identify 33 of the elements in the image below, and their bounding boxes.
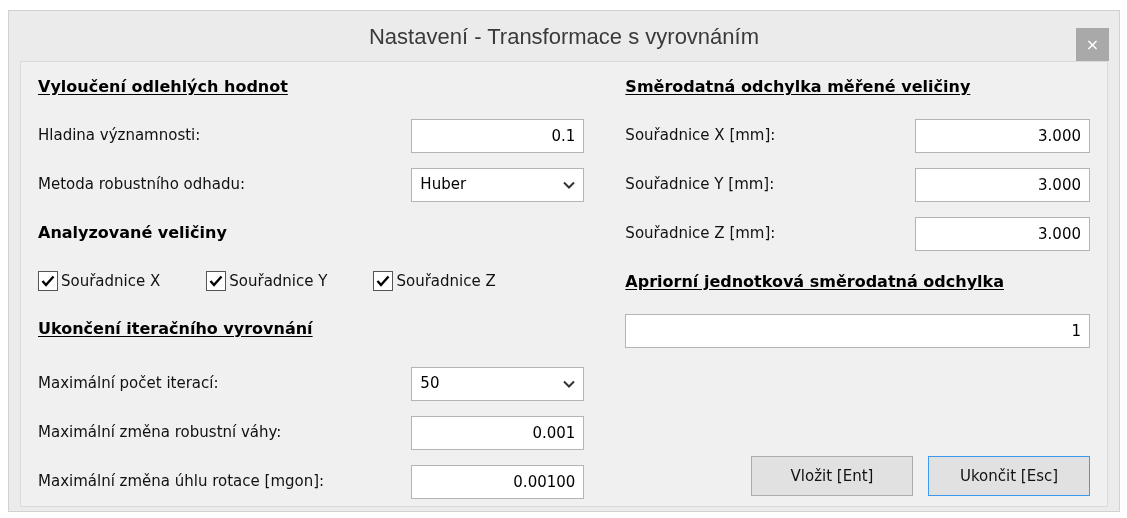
field-label: Maximální změna robustní váhy: xyxy=(38,422,282,444)
input-field[interactable]: 0.1 xyxy=(411,118,585,153)
field-label: Maximální počet iterací: xyxy=(38,373,219,395)
input-field[interactable]: 0.00100 xyxy=(411,464,585,499)
field-label: Souřadnice X [mm]: xyxy=(625,125,776,147)
input-field[interactable]: 3.000 xyxy=(915,167,1090,202)
section-heading: Analyzované veličiny xyxy=(38,222,227,244)
section-heading: Ukončení iteračního vyrovnání xyxy=(38,318,313,340)
checkbox[interactable]: Souřadnice X xyxy=(38,269,161,293)
dialog-button[interactable]: Vložit [Ent] xyxy=(751,456,913,496)
field-label: Metoda robustního odhadu: xyxy=(38,174,246,196)
check-icon xyxy=(209,275,224,287)
field-label: Souřadnice Y [mm]: xyxy=(625,174,775,196)
dropdown[interactable]: 50 xyxy=(411,366,585,401)
check-icon xyxy=(41,275,55,287)
input-field[interactable]: 3.000 xyxy=(915,118,1090,153)
dropdown[interactable]: Huber xyxy=(411,167,585,202)
section-heading: Vyloučení odlehlých hodnot xyxy=(38,76,288,98)
chevron-down-icon xyxy=(563,180,576,189)
dialog-button[interactable]: Ukončit [Esc] xyxy=(928,456,1090,496)
check-icon xyxy=(376,275,391,287)
field-label: Hladina významnosti: xyxy=(38,125,201,147)
input-field[interactable]: 3.000 xyxy=(915,216,1090,251)
input-field[interactable]: 0.001 xyxy=(411,415,585,450)
input-field[interactable]: 1 xyxy=(625,313,1090,348)
section-heading: Směrodatná odchylka měřené veličiny xyxy=(625,76,971,98)
section-heading: Apriorní jednotková směrodatná odchylka xyxy=(625,271,1004,293)
chevron-down-icon xyxy=(563,379,576,388)
checkbox[interactable]: Souřadnice Y xyxy=(206,269,328,293)
field-label: Maximální změna úhlu rotace [mgon]: xyxy=(38,471,325,493)
window-title: Nastavení - Transformace s vyrovnáním xyxy=(369,22,759,51)
checkbox[interactable]: Souřadnice Z xyxy=(373,269,496,293)
field-label: Souřadnice Z [mm]: xyxy=(625,223,776,245)
